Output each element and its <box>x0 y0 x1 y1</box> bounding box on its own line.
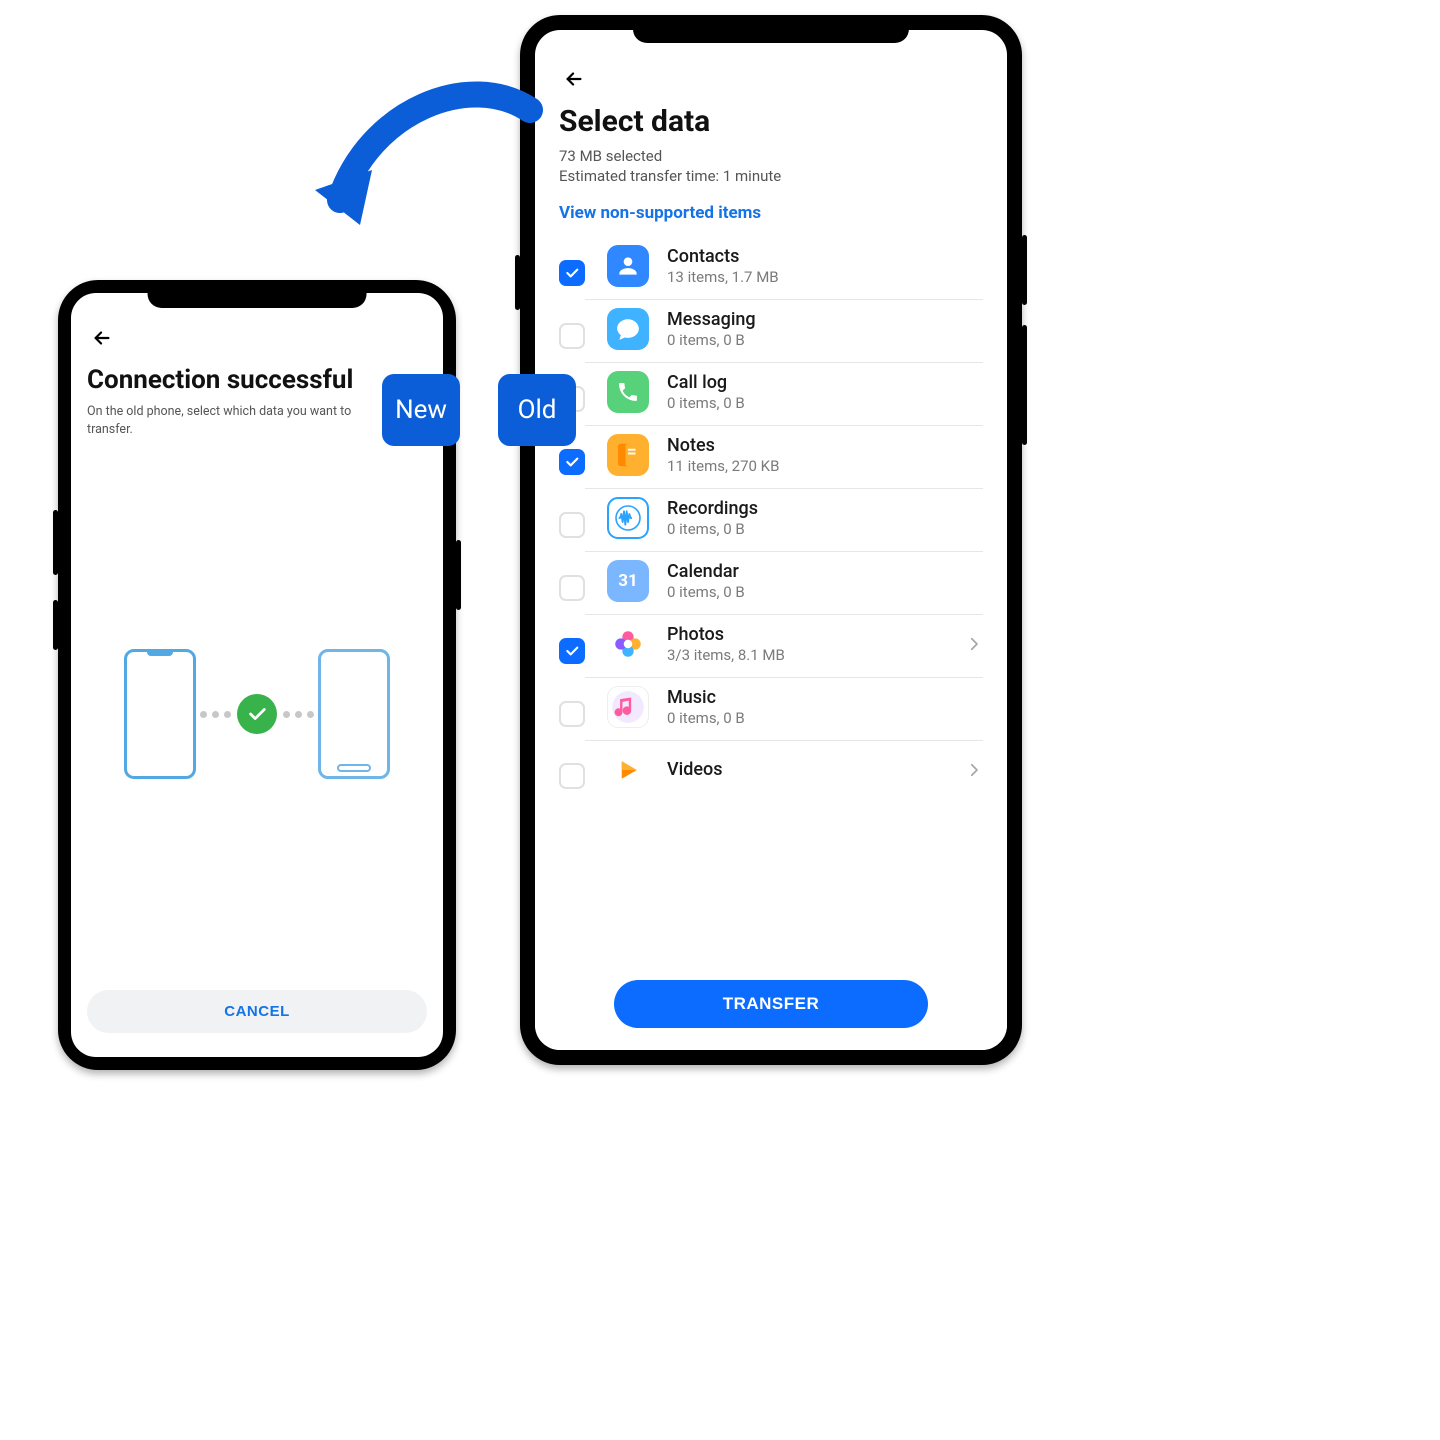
label-old-phone: Old <box>498 374 576 446</box>
calllog-icon <box>607 371 649 413</box>
transfer-direction-arrow <box>300 80 550 280</box>
page-title: Connection successful <box>87 365 427 395</box>
back-icon[interactable] <box>559 64 589 94</box>
list-item-notes[interactable]: Notes11 items, 270 KB <box>535 426 1007 489</box>
row-subtitle: 11 items, 270 KB <box>667 457 983 475</box>
videos-icon <box>607 749 649 791</box>
checkmark-icon <box>237 694 277 734</box>
row-subtitle: 0 items, 0 B <box>667 520 983 538</box>
row-title: Recordings <box>667 498 983 519</box>
list-item-calllog[interactable]: Call log0 items, 0 B <box>535 363 1007 426</box>
phone-old: Select data 73 MB selected Estimated tra… <box>520 15 1022 1065</box>
row-title: Videos <box>667 759 965 780</box>
view-unsupported-link[interactable]: View non-supported items <box>559 203 983 223</box>
row-title: Photos <box>667 624 965 645</box>
chevron-right-icon <box>965 635 983 653</box>
connection-illustration <box>71 438 443 990</box>
list-item-calendar[interactable]: 31 Calendar0 items, 0 B <box>535 552 1007 615</box>
row-subtitle: 0 items, 0 B <box>667 331 983 349</box>
row-subtitle: 3/3 items, 8.1 MB <box>667 646 965 664</box>
list-item-photos[interactable]: Photos3/3 items, 8.1 MB <box>535 615 1007 678</box>
list-item-contacts[interactable]: Contacts13 items, 1.7 MB <box>535 237 1007 300</box>
row-title: Call log <box>667 372 983 393</box>
row-title: Notes <box>667 435 983 456</box>
page-subtitle: On the old phone, select which data you … <box>87 403 387 438</box>
transfer-button[interactable]: TRANSFER <box>614 980 928 1028</box>
selected-size: 73 MB selected <box>559 147 983 165</box>
list-item-videos[interactable]: Videos <box>535 741 1007 803</box>
row-title: Messaging <box>667 309 983 330</box>
contacts-icon <box>607 245 649 287</box>
music-icon <box>607 686 649 728</box>
transfer-eta: Estimated transfer time: 1 minute <box>559 167 983 185</box>
checkbox-recordings[interactable] <box>559 512 585 538</box>
row-title: Calendar <box>667 561 983 582</box>
page-title: Select data <box>559 104 983 139</box>
row-subtitle: 0 items, 0 B <box>667 709 983 727</box>
checkbox-videos[interactable] <box>559 763 585 789</box>
messaging-icon <box>607 308 649 350</box>
checkbox-notes[interactable] <box>559 449 585 475</box>
chevron-right-icon <box>965 761 983 779</box>
row-subtitle: 13 items, 1.7 MB <box>667 268 983 286</box>
row-title: Music <box>667 687 983 708</box>
list-item-recordings[interactable]: Recordings0 items, 0 B <box>535 489 1007 552</box>
back-icon[interactable] <box>87 323 117 353</box>
recordings-icon <box>607 497 649 539</box>
photos-icon <box>607 623 649 665</box>
row-title: Contacts <box>667 246 983 267</box>
list-item-music[interactable]: Music0 items, 0 B <box>535 678 1007 741</box>
checkbox-messaging[interactable] <box>559 323 585 349</box>
checkbox-calendar[interactable] <box>559 575 585 601</box>
row-subtitle: 0 items, 0 B <box>667 394 983 412</box>
checkbox-photos[interactable] <box>559 638 585 664</box>
checkbox-contacts[interactable] <box>559 260 585 286</box>
calendar-icon: 31 <box>607 560 649 602</box>
list-item-messaging[interactable]: Messaging0 items, 0 B <box>535 300 1007 363</box>
label-new-phone: New <box>382 374 460 446</box>
notes-icon <box>607 434 649 476</box>
checkbox-music[interactable] <box>559 701 585 727</box>
cancel-button[interactable]: CANCEL <box>87 990 427 1033</box>
row-subtitle: 0 items, 0 B <box>667 583 983 601</box>
